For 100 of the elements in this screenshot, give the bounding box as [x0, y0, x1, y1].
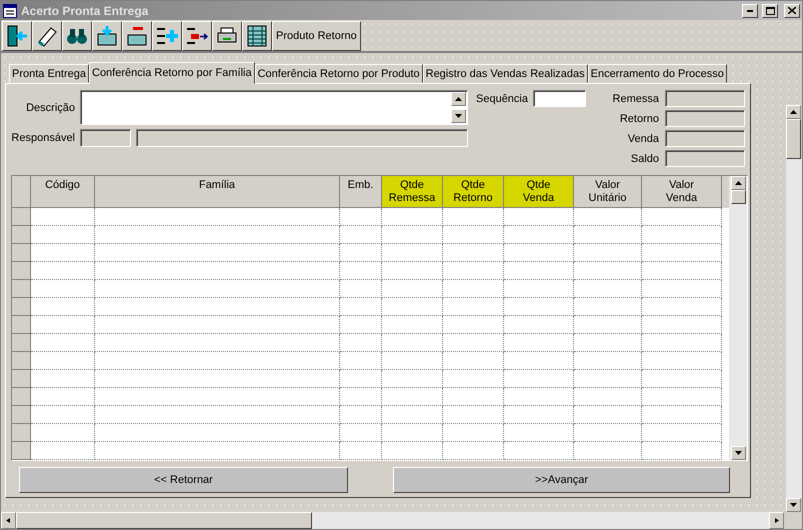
table-cell[interactable]: [31, 334, 95, 352]
column-header[interactable]: Família: [95, 176, 340, 208]
table-cell[interactable]: [504, 316, 574, 334]
table-cell[interactable]: [574, 262, 642, 280]
table-cell[interactable]: [574, 388, 642, 406]
table-cell[interactable]: [574, 208, 642, 226]
table-cell[interactable]: [95, 316, 340, 334]
table-cell[interactable]: [443, 226, 504, 244]
row-indicator[interactable]: [12, 424, 31, 442]
scroll-thumb[interactable]: [786, 119, 801, 159]
table-cell[interactable]: [504, 370, 574, 388]
horizontal-scrollbar[interactable]: [1, 512, 802, 529]
tab[interactable]: Conferência Retorno por Produto: [254, 64, 423, 83]
table-cell[interactable]: [31, 406, 95, 424]
scroll-right-button[interactable]: [769, 512, 784, 529]
table-cell[interactable]: [340, 298, 382, 316]
table-cell[interactable]: [340, 316, 382, 334]
table-cell[interactable]: [443, 424, 504, 442]
toolbar-button[interactable]: [182, 21, 212, 51]
table-cell[interactable]: [95, 244, 340, 262]
table-cell[interactable]: [340, 226, 382, 244]
toolbar-button[interactable]: [32, 21, 62, 51]
table-cell[interactable]: [382, 226, 443, 244]
table-cell[interactable]: [574, 352, 642, 370]
table-cell[interactable]: [340, 352, 382, 370]
table-cell[interactable]: [382, 352, 443, 370]
table-cell[interactable]: [574, 424, 642, 442]
table-cell[interactable]: [95, 226, 340, 244]
scroll-down-button[interactable]: [731, 446, 746, 460]
table-cell[interactable]: [642, 370, 722, 388]
toolbar-button[interactable]: [62, 21, 92, 51]
total-field[interactable]: [665, 150, 745, 167]
table-cell[interactable]: [31, 424, 95, 442]
table-cell[interactable]: [574, 280, 642, 298]
table-cell[interactable]: [340, 370, 382, 388]
table-cell[interactable]: [443, 316, 504, 334]
table-cell[interactable]: [95, 370, 340, 388]
grid-scrollbar[interactable]: [729, 176, 747, 460]
table-cell[interactable]: [340, 388, 382, 406]
tab[interactable]: Registro das Vendas Realizadas: [422, 64, 588, 83]
row-indicator[interactable]: [12, 316, 31, 334]
table-cell[interactable]: [382, 442, 443, 460]
table-cell[interactable]: [443, 370, 504, 388]
table-cell[interactable]: [574, 316, 642, 334]
table-cell[interactable]: [642, 244, 722, 262]
table-cell[interactable]: [382, 244, 443, 262]
table-cell[interactable]: [642, 442, 722, 460]
scroll-up-button[interactable]: [731, 176, 746, 190]
table-cell[interactable]: [340, 262, 382, 280]
table-cell[interactable]: [31, 388, 95, 406]
table-cell[interactable]: [95, 298, 340, 316]
table-cell[interactable]: [642, 262, 722, 280]
maximize-button[interactable]: [762, 4, 778, 18]
column-header[interactable]: Emb.: [340, 176, 382, 208]
table-cell[interactable]: [504, 244, 574, 262]
table-cell[interactable]: [31, 442, 95, 460]
tab[interactable]: Pronta Entrega: [9, 64, 89, 83]
produto-retorno-button[interactable]: Produto Retorno: [272, 21, 361, 51]
table-cell[interactable]: [340, 208, 382, 226]
toolbar-button[interactable]: [242, 21, 272, 51]
table-cell[interactable]: [574, 370, 642, 388]
table-cell[interactable]: [382, 406, 443, 424]
row-indicator[interactable]: [12, 226, 31, 244]
row-indicator[interactable]: [12, 406, 31, 424]
table-cell[interactable]: [443, 244, 504, 262]
table-cell[interactable]: [504, 262, 574, 280]
table-cell[interactable]: [95, 406, 340, 424]
total-field[interactable]: [665, 130, 745, 147]
table-cell[interactable]: [31, 370, 95, 388]
table-cell[interactable]: [31, 298, 95, 316]
table-cell[interactable]: [340, 406, 382, 424]
close-button[interactable]: [784, 4, 800, 18]
table-cell[interactable]: [31, 316, 95, 334]
row-indicator[interactable]: [12, 244, 31, 262]
table-cell[interactable]: [340, 280, 382, 298]
table-cell[interactable]: [95, 262, 340, 280]
nav-button[interactable]: << Retornar: [19, 467, 348, 493]
table-cell[interactable]: [574, 406, 642, 424]
table-cell[interactable]: [642, 298, 722, 316]
table-cell[interactable]: [340, 442, 382, 460]
table-cell[interactable]: [504, 208, 574, 226]
table-cell[interactable]: [504, 280, 574, 298]
column-header[interactable]: Valor Unitário: [574, 176, 642, 208]
table-cell[interactable]: [382, 316, 443, 334]
description-field[interactable]: [80, 90, 468, 125]
table-cell[interactable]: [504, 424, 574, 442]
table-cell[interactable]: [382, 262, 443, 280]
table-cell[interactable]: [642, 280, 722, 298]
column-header[interactable]: Qtde Venda: [504, 176, 574, 208]
table-cell[interactable]: [443, 442, 504, 460]
row-indicator[interactable]: [12, 442, 31, 460]
row-indicator[interactable]: [12, 298, 31, 316]
toolbar-button[interactable]: [122, 21, 152, 51]
table-cell[interactable]: [340, 244, 382, 262]
table-cell[interactable]: [443, 334, 504, 352]
table-cell[interactable]: [642, 316, 722, 334]
table-cell[interactable]: [443, 280, 504, 298]
row-indicator[interactable]: [12, 262, 31, 280]
table-cell[interactable]: [642, 424, 722, 442]
table-cell[interactable]: [443, 352, 504, 370]
